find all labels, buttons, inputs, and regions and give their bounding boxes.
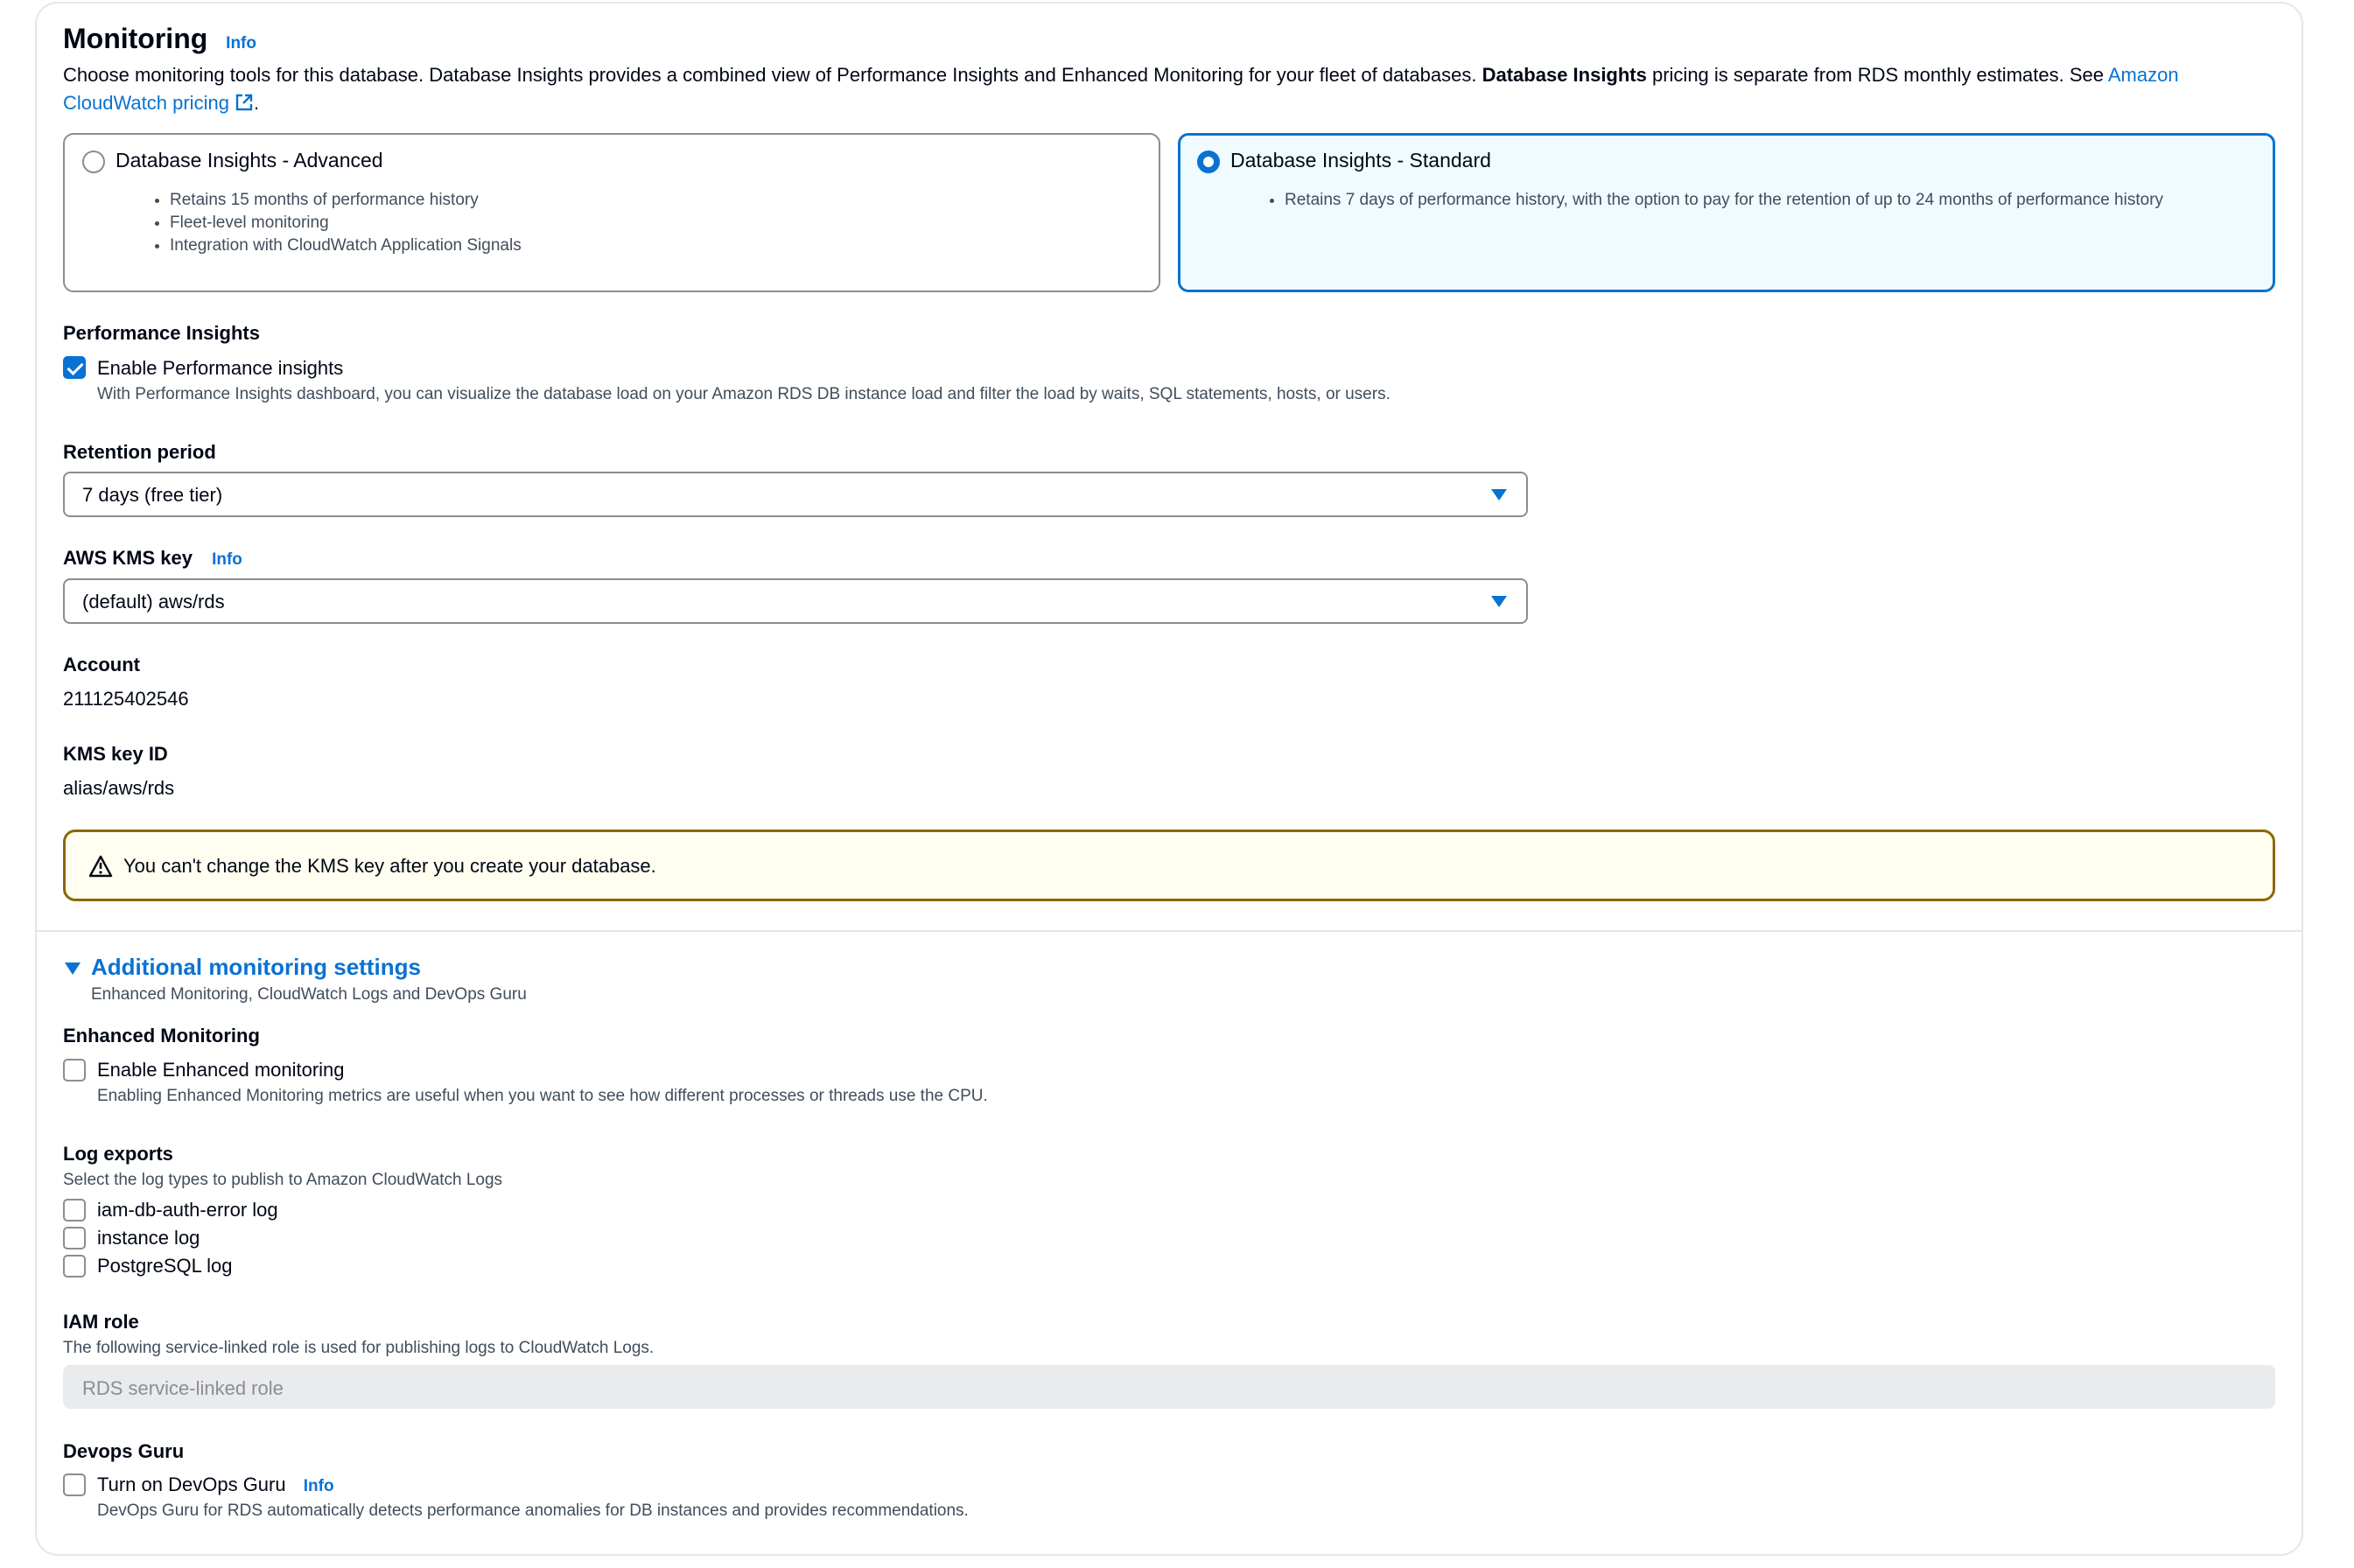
kms-key-select[interactable]: (default) aws/rds	[63, 578, 1528, 624]
iam-role-field: RDS service-linked role	[63, 1365, 2275, 1409]
radio-standard[interactable]	[1197, 150, 1220, 173]
tile-database-insights-advanced[interactable]: Database Insights - Advanced Retains 15 …	[63, 133, 1160, 292]
devops-guru-checkbox-label: Turn on DevOps Guru Info	[97, 1474, 334, 1496]
section-title-text: Monitoring	[63, 23, 208, 54]
iam-role-value: RDS service-linked role	[82, 1377, 284, 1399]
log-instance-label[interactable]: instance log	[97, 1227, 200, 1250]
kms-info-link[interactable]: Info	[212, 550, 242, 569]
monitoring-description: Choose monitoring tools for this databas…	[63, 61, 2286, 117]
tile-advanced-label: Database Insights - Advanced	[116, 149, 383, 172]
performance-insights-label: Performance Insights	[63, 322, 260, 344]
external-link-icon	[235, 94, 253, 111]
kms-warning-alert: You can't change the KMS key after you c…	[63, 830, 2275, 901]
devops-guru-checkbox-text[interactable]: Turn on DevOps Guru	[97, 1474, 286, 1495]
section-divider	[37, 930, 2301, 932]
desc-text-1: Choose monitoring tools for this databas…	[63, 64, 1482, 86]
log-exports-label: Log exports	[63, 1143, 173, 1165]
log-postgresql-label[interactable]: PostgreSQL log	[97, 1255, 233, 1278]
log-iam-db-auth-error-checkbox[interactable]	[63, 1199, 86, 1222]
desc-text-2: pricing is separate from RDS monthly est…	[1646, 64, 2108, 86]
desc-bold: Database Insights	[1482, 64, 1647, 86]
retention-period-select[interactable]: 7 days (free tier)	[63, 472, 1528, 517]
kms-key-id-label: KMS key ID	[63, 743, 168, 765]
enable-enhanced-monitoring-label[interactable]: Enable Enhanced monitoring	[97, 1059, 345, 1082]
performance-insights-description: With Performance Insights dashboard, you…	[97, 385, 1391, 403]
iam-role-description: The following service-linked role is use…	[63, 1339, 655, 1357]
additional-monitoring-subtitle: Enhanced Monitoring, CloudWatch Logs and…	[91, 985, 527, 1004]
section-title: Monitoring Info	[63, 23, 256, 55]
tile-advanced-bullets: Retains 15 months of performance history…	[170, 189, 522, 257]
tile-standard-bullets: Retains 7 days of performance history, w…	[1285, 189, 2163, 212]
enable-performance-insights-checkbox[interactable]	[63, 356, 86, 379]
tile-database-insights-standard[interactable]: Database Insights - Standard Retains 7 d…	[1178, 133, 2275, 292]
log-exports-description: Select the log types to publish to Amazo…	[63, 1171, 503, 1189]
log-postgresql-checkbox[interactable]	[63, 1255, 86, 1278]
kms-key-value: (default) aws/rds	[82, 591, 225, 612]
list-item: Integration with CloudWatch Application …	[170, 234, 522, 257]
account-value: 211125402546	[63, 688, 189, 710]
account-label: Account	[63, 654, 140, 676]
radio-advanced[interactable]	[82, 150, 105, 173]
enhanced-monitoring-description: Enabling Enhanced Monitoring metrics are…	[97, 1087, 988, 1105]
enable-performance-insights-label[interactable]: Enable Performance insights	[97, 357, 343, 380]
devops-guru-description: DevOps Guru for RDS automatically detect…	[97, 1502, 969, 1520]
devops-guru-info-link[interactable]: Info	[304, 1477, 334, 1495]
caret-down-icon	[1491, 489, 1507, 500]
additional-monitoring-settings-toggle[interactable]: Additional monitoring settings	[91, 954, 421, 981]
devops-guru-checkbox[interactable]	[63, 1474, 86, 1496]
warning-icon	[88, 855, 113, 878]
enable-enhanced-monitoring-checkbox[interactable]	[63, 1059, 86, 1082]
tile-standard-label: Database Insights - Standard	[1230, 149, 1491, 172]
kms-warning-text: You can't change the KMS key after you c…	[123, 855, 656, 877]
retention-period-label: Retention period	[63, 441, 216, 463]
list-item: Retains 15 months of performance history	[170, 189, 522, 212]
devops-guru-label: Devops Guru	[63, 1440, 185, 1462]
monitoring-info-link[interactable]: Info	[226, 34, 256, 52]
caret-down-icon	[1491, 596, 1507, 607]
kms-key-id-value: alias/aws/rds	[63, 777, 175, 799]
list-item: Fleet-level monitoring	[170, 212, 522, 234]
list-item: Retains 7 days of performance history, w…	[1285, 189, 2163, 212]
kms-key-label: AWS KMS key Info	[63, 547, 242, 570]
desc-end: .	[253, 92, 260, 114]
kms-key-label-text: AWS KMS key	[63, 547, 193, 569]
enhanced-monitoring-label: Enhanced Monitoring	[63, 1025, 260, 1046]
iam-role-label: IAM role	[63, 1311, 139, 1333]
caret-down-icon[interactable]	[65, 962, 81, 975]
retention-period-value: 7 days (free tier)	[82, 484, 223, 506]
log-instance-checkbox[interactable]	[63, 1227, 86, 1250]
log-iam-db-auth-error-label[interactable]: iam-db-auth-error log	[97, 1199, 278, 1222]
